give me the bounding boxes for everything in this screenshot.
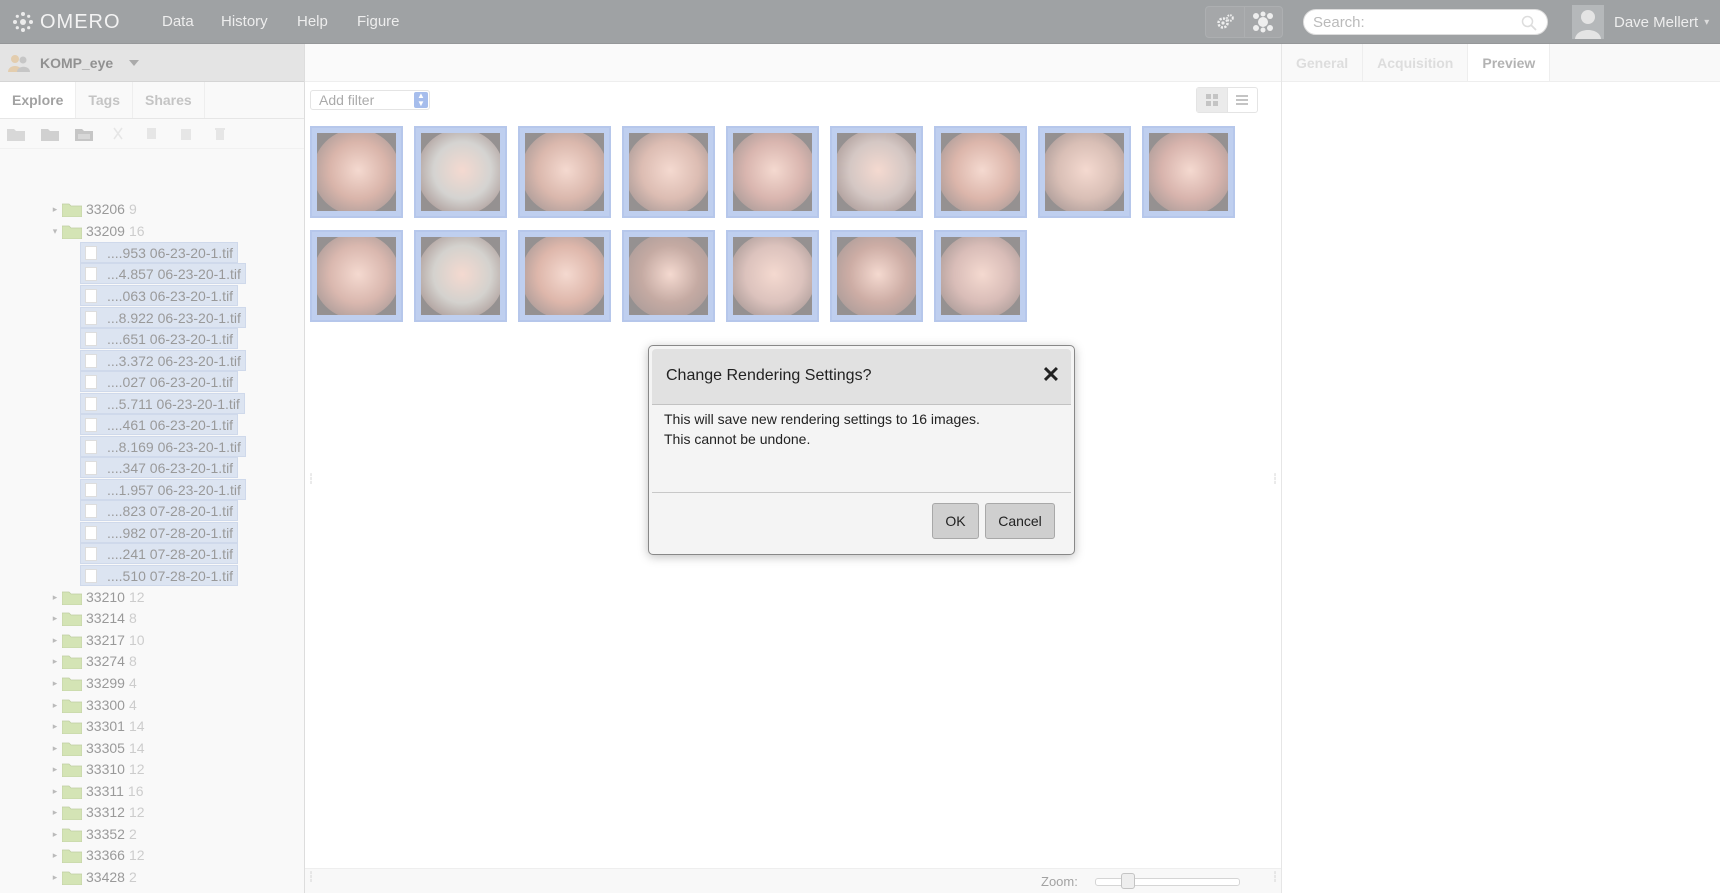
dialog-message: This will save new rendering settings to…	[664, 409, 1054, 449]
change-rendering-dialog: Change Rendering Settings? ✕ This will s…	[648, 345, 1075, 555]
dialog-titlebar: Change Rendering Settings? ✕	[652, 349, 1071, 405]
cancel-button[interactable]: Cancel	[985, 503, 1055, 539]
close-icon[interactable]: ✕	[1041, 363, 1061, 387]
dialog-title: Change Rendering Settings?	[666, 367, 872, 384]
dialog-message-line-2: This cannot be undone.	[664, 431, 811, 447]
dialog-message-line-1: This will save new rendering settings to…	[664, 411, 980, 427]
dialog-divider	[652, 492, 1071, 493]
ok-button[interactable]: OK	[932, 503, 979, 539]
